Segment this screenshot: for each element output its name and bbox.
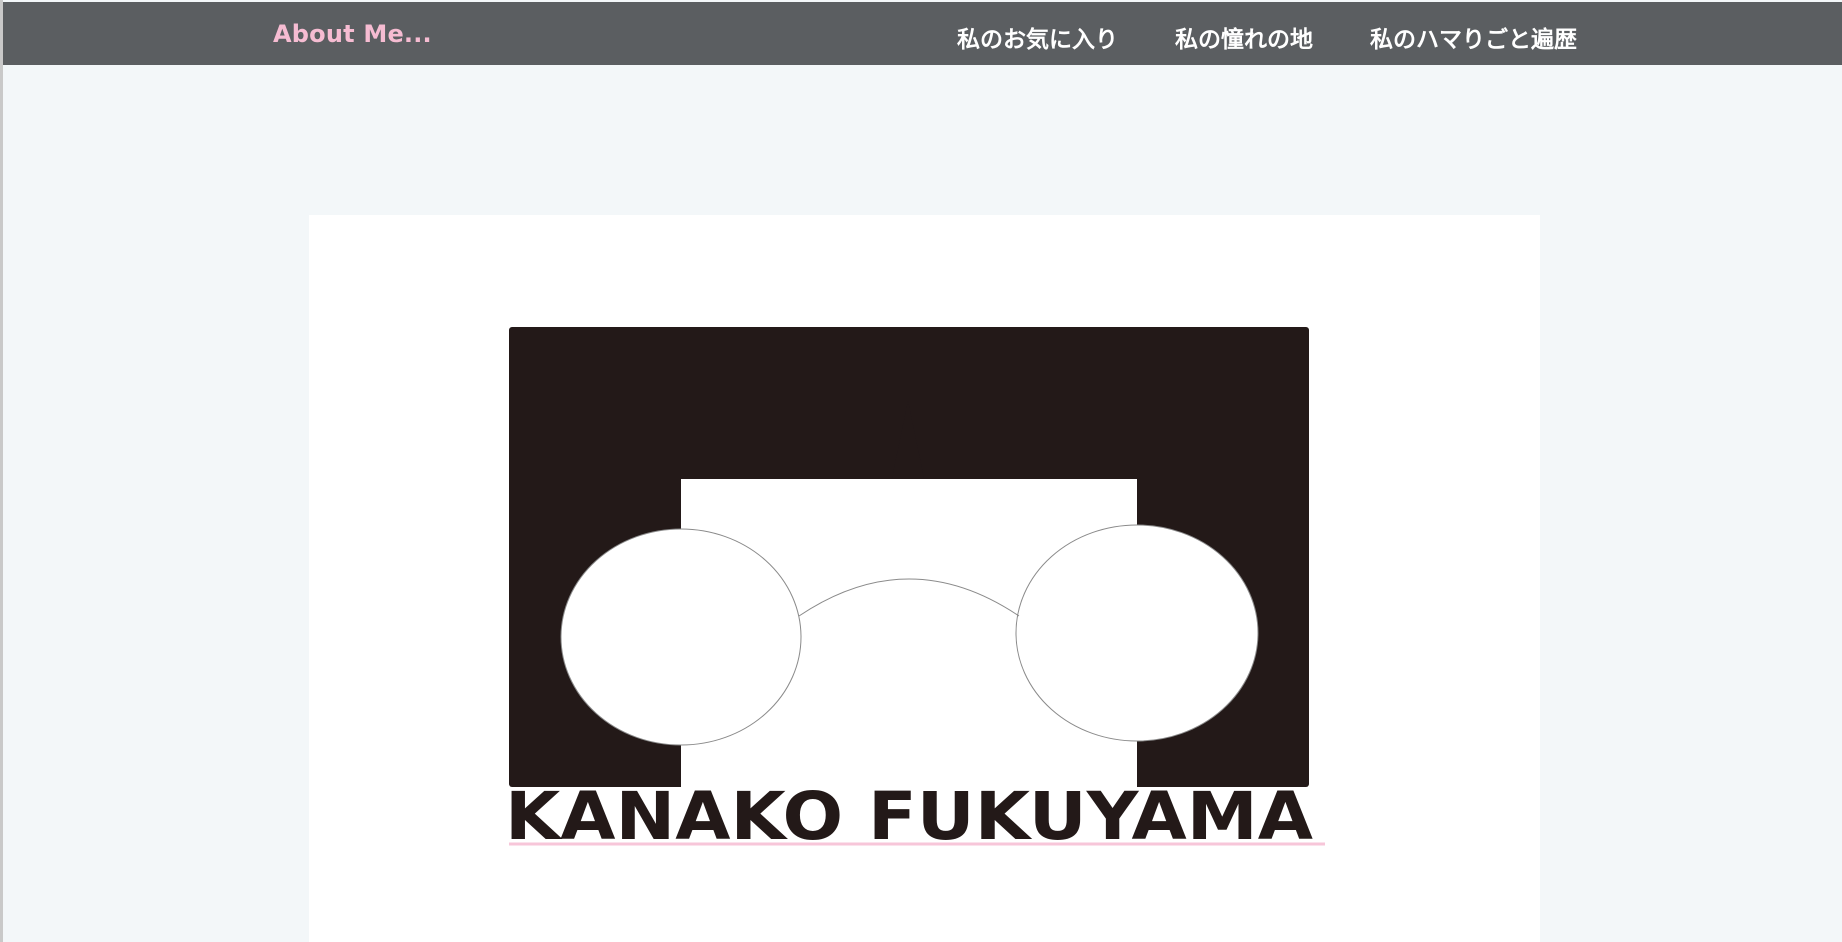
nav-link-hobbies-history[interactable]: 私のハマりごと遍歴: [1370, 20, 1577, 54]
nav-links: 私のお気に入り 私の憧れの地 私のハマりごと遍歴: [957, 20, 1577, 54]
brand-link[interactable]: About Me...: [273, 20, 432, 48]
logo-image: KANAKO FUKUYAMA: [509, 327, 1345, 867]
page: About Me... 私のお気に入り 私の憧れの地 私のハマりごと遍歴 KAN…: [0, 0, 1842, 942]
logo-graphic: KANAKO FUKUYAMA: [509, 327, 1325, 855]
nav-link-dream-places[interactable]: 私の憧れの地: [1175, 20, 1313, 54]
hero-card: KANAKO FUKUYAMA: [309, 215, 1540, 942]
top-navigation-bar: About Me... 私のお気に入り 私の憧れの地 私のハマりごと遍歴: [3, 2, 1842, 65]
nav-link-favorites[interactable]: 私のお気に入り: [957, 20, 1118, 54]
